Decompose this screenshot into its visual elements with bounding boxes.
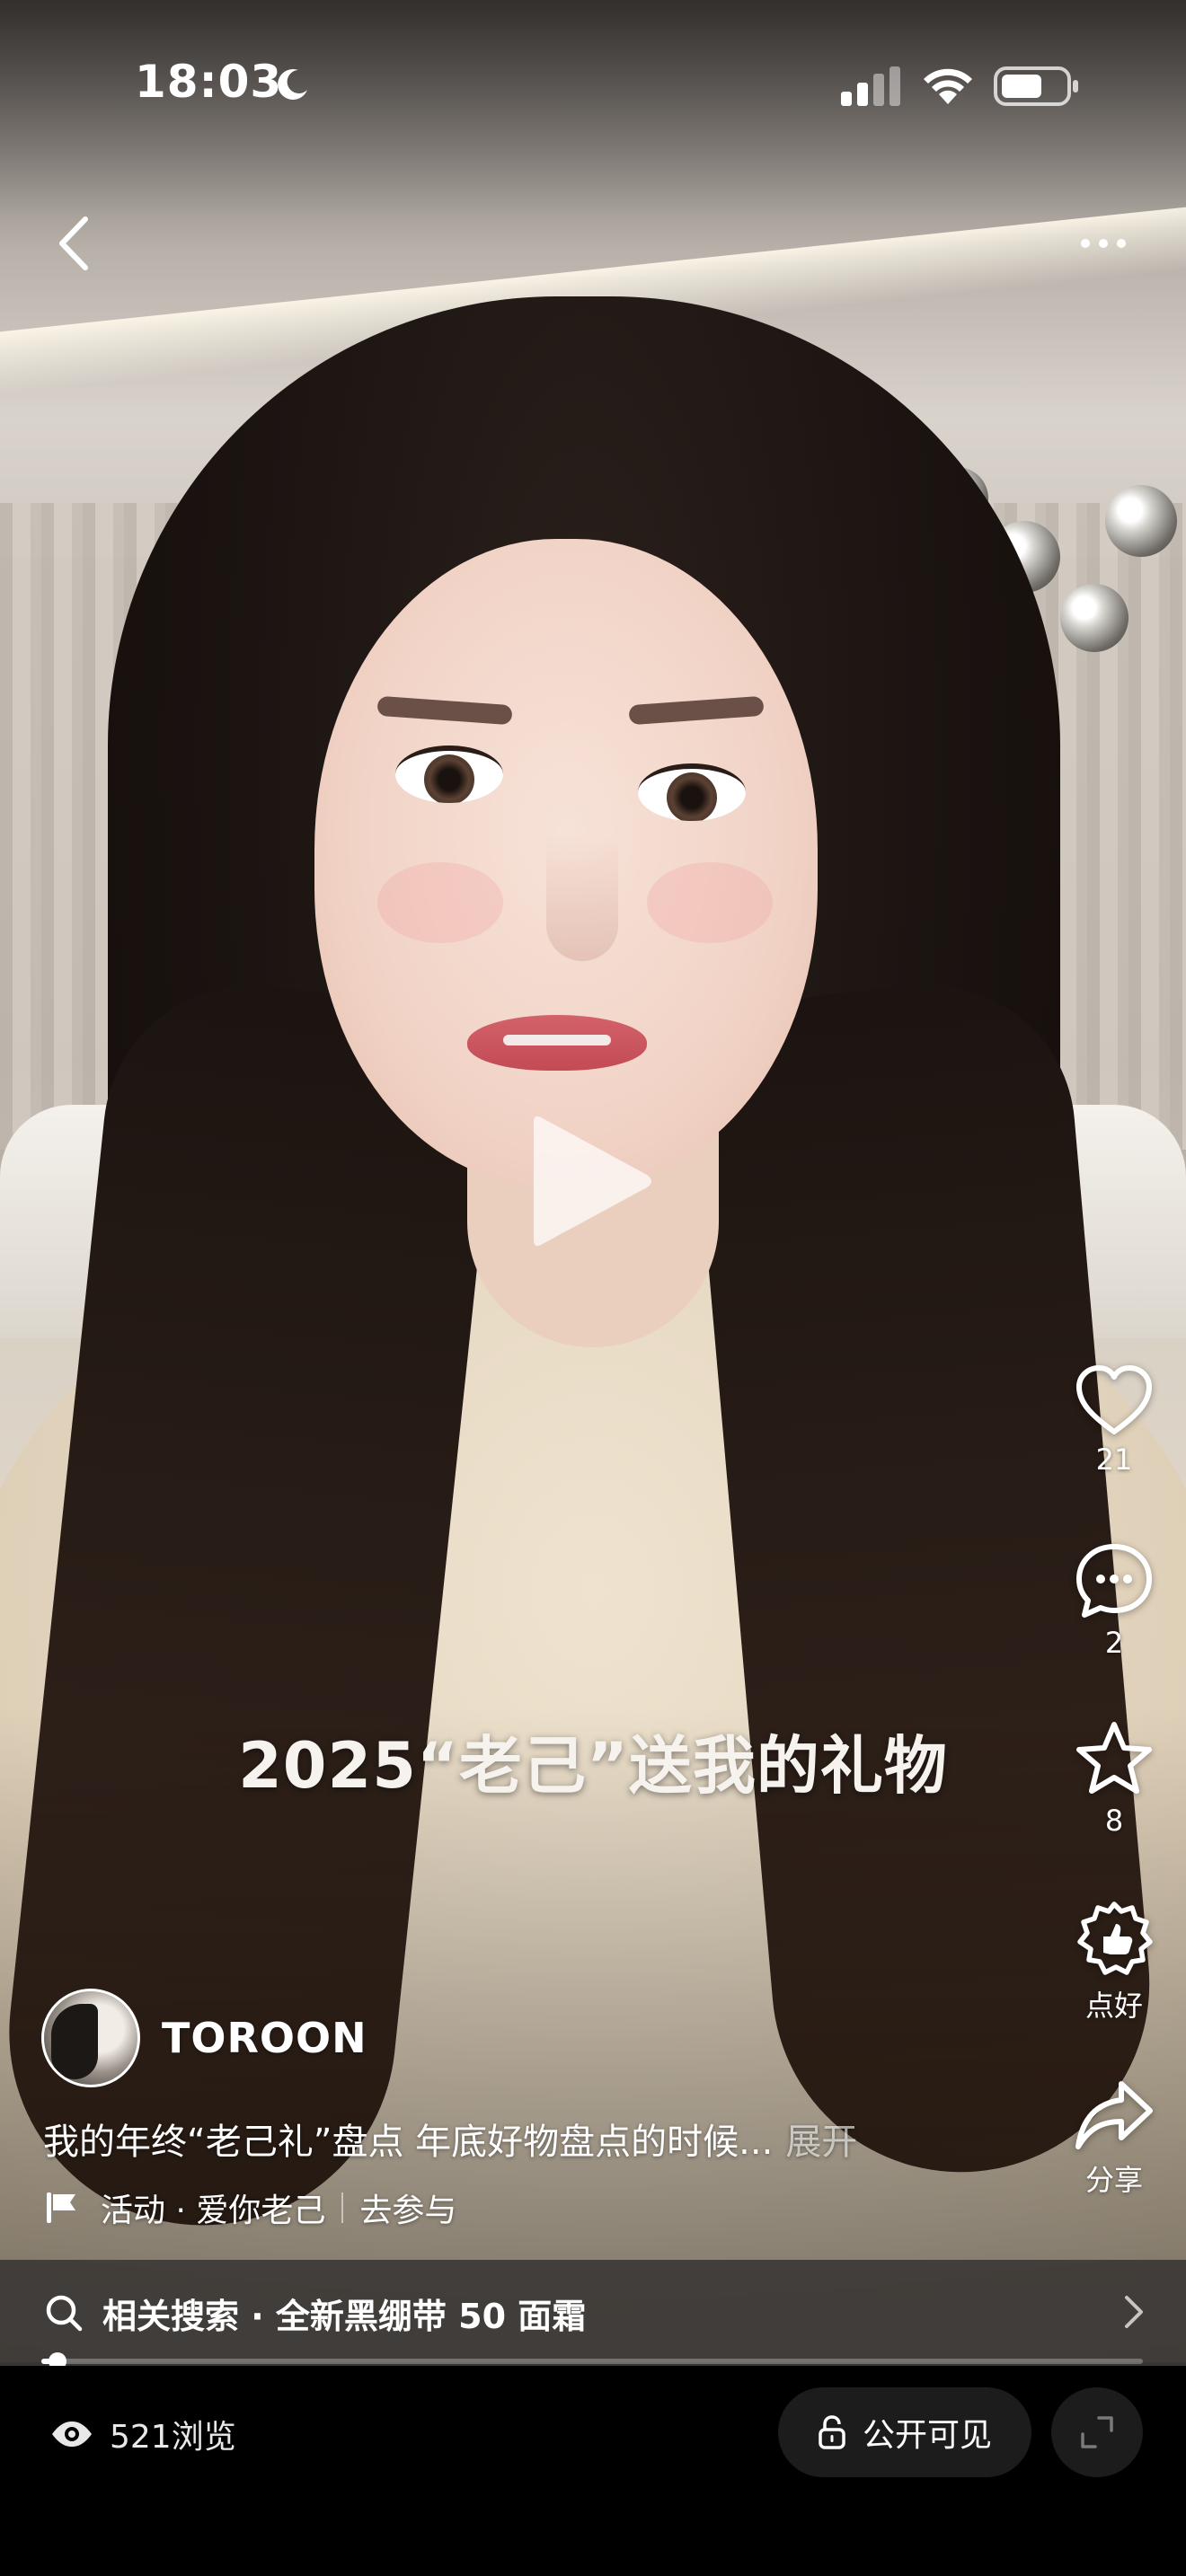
related-search-bar[interactable]: 相关搜索 · 全新黑绷带 50 面霜	[0, 2260, 1186, 2366]
views-count: 521浏览	[50, 2411, 236, 2457]
status-time: 18:03	[135, 56, 283, 108]
bottom-bar: 521浏览 公开可见	[0, 2366, 1186, 2576]
views-text: 521浏览	[110, 2419, 236, 2456]
comment-button[interactable]: 2	[1060, 1541, 1168, 1660]
favorite-count: 8	[1104, 1804, 1124, 1838]
moon-icon	[278, 68, 307, 100]
avatar[interactable]	[41, 1989, 140, 2087]
share-button[interactable]: 分享	[1060, 2077, 1168, 2199]
lock-icon	[819, 2415, 845, 2449]
expand-button[interactable]: 展开	[785, 2122, 857, 2163]
video-eye-left	[395, 745, 503, 803]
flag-icon	[47, 2192, 75, 2223]
author-row[interactable]: TOROON	[41, 1989, 367, 2087]
thumb-badge-icon	[1077, 1901, 1153, 1975]
favorite-button[interactable]: 8	[1060, 1719, 1168, 1838]
more-dot	[1099, 239, 1108, 248]
star-icon	[1076, 1722, 1152, 1794]
more-dot	[1117, 239, 1126, 248]
signal-icon	[841, 66, 900, 106]
activity-row[interactable]: 活动 · 爱你老己 去参与	[45, 2184, 456, 2231]
post-description-text: 我的年终“老己礼”盘点 年底好物盘点的时候...	[43, 2122, 774, 2163]
like-count: 21	[1095, 1442, 1133, 1477]
join-activity-link[interactable]: 去参与	[359, 2184, 456, 2231]
comment-icon	[1076, 1544, 1152, 1618]
back-button[interactable]	[41, 212, 104, 275]
comment-count: 2	[1104, 1626, 1124, 1660]
more-dot	[1081, 239, 1090, 248]
video-lamp-bulb	[1060, 584, 1128, 652]
share-label: 分享	[1084, 2163, 1143, 2197]
search-icon	[46, 2295, 83, 2332]
battery-icon	[994, 66, 1078, 106]
nice-label: 点好	[1084, 1989, 1143, 2023]
author-name[interactable]: TOROON	[162, 2014, 367, 2062]
video-lamp-bulb	[1105, 485, 1177, 557]
wifi-icon	[924, 68, 972, 104]
visibility-button[interactable]: 公开可见	[778, 2387, 1031, 2477]
related-search-text: 相关搜索 · 全新黑绷带 50 面霜	[102, 2296, 587, 2336]
like-button[interactable]: 21	[1060, 1363, 1168, 1477]
expand-icon	[1081, 2416, 1113, 2448]
video-cheek-left	[377, 862, 503, 943]
video-cheek-right	[647, 862, 773, 943]
nice-button[interactable]: 点好	[1060, 1899, 1168, 2025]
video-nose	[546, 835, 618, 961]
heart-icon	[1076, 1365, 1152, 1434]
share-icon	[1075, 2081, 1153, 2149]
activity-text[interactable]: 活动 · 爱你老己	[101, 2184, 325, 2231]
video-caption: 2025“老己”送我的礼物	[238, 1729, 948, 1803]
chevron-right-icon	[1125, 2296, 1143, 2328]
status-bar: 18:03	[0, 0, 1186, 171]
chevron-left-icon	[59, 216, 88, 270]
eye-icon	[52, 2422, 92, 2447]
activity-divider	[341, 2192, 344, 2223]
video-progress-bar[interactable]	[41, 2352, 1143, 2370]
visibility-label: 公开可见	[862, 2417, 992, 2454]
play-icon[interactable]	[521, 1105, 665, 1257]
fullscreen-button[interactable]	[1051, 2387, 1143, 2477]
more-button[interactable]	[1067, 221, 1139, 266]
video-lips	[467, 1015, 647, 1071]
post-description[interactable]: 我的年终“老己礼”盘点 年底好物盘点的时候... 展开	[43, 2113, 857, 2165]
video-eye-right	[638, 763, 746, 821]
